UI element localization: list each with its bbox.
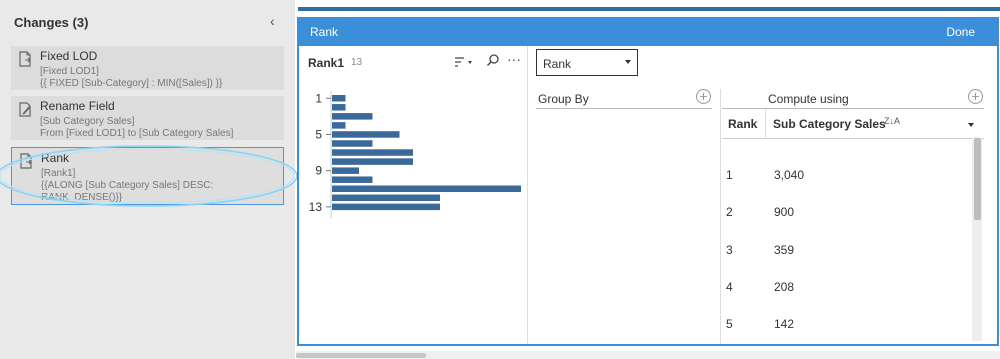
histogram-bar[interactable] [332, 167, 359, 174]
rank-cell: 1 [726, 168, 733, 182]
divider [720, 89, 721, 344]
search-icon[interactable] [486, 53, 500, 67]
changes-title: Changes (3) [14, 15, 89, 30]
histogram-bar[interactable] [332, 176, 373, 183]
table-header: Rank Sub Category Sales Z↓A [722, 109, 984, 139]
table-row: 4 208 [722, 280, 972, 300]
rank-panel-title: Rank [310, 25, 339, 39]
rename-pencil-icon [19, 102, 31, 117]
table-row: 3 359 [722, 243, 972, 263]
rank-histogram: 1 5 9 13 [309, 91, 521, 219]
change-detail: {{ALONG [Sub Category Sales] DESC: [41, 180, 214, 191]
histogram-bar[interactable] [332, 194, 440, 202]
done-button[interactable]: Done [946, 25, 975, 39]
calculation-type-select[interactable]: Rank [536, 49, 638, 76]
compute-using-label: Compute using [768, 92, 849, 106]
rank-cell: 3 [726, 243, 733, 257]
value-cell: 359 [774, 243, 795, 257]
histogram-bar[interactable] [332, 113, 373, 120]
sort-icon[interactable] [454, 55, 474, 69]
histogram-bar[interactable] [332, 122, 346, 129]
chevron-left-icon[interactable]: ‹ [270, 13, 275, 29]
change-title: Rank [41, 151, 70, 165]
histogram-tick-label: 13 [309, 200, 323, 214]
histogram-bar[interactable] [332, 185, 521, 193]
table-row: 2 900 [722, 205, 972, 225]
histogram-bar[interactable] [332, 140, 373, 147]
rank-panel: Rank Done Rank1 13 ··· 1 5 9 13 Rank Group … [297, 17, 999, 346]
field-count: 13 [351, 57, 363, 68]
histogram-bar[interactable] [332, 203, 440, 211]
add-compute-using-icon[interactable] [968, 89, 983, 104]
rank-panel-header: Rank Done [299, 19, 997, 46]
change-detail: {{ FIXED [Sub-Category] : MIN([Sales]) }… [40, 78, 223, 89]
change-item-rank[interactable]: Rank [Rank1] {{ALONG [Sub Category Sales… [11, 147, 284, 205]
change-title: Fixed LOD [40, 49, 98, 63]
calculation-doc-icon [20, 153, 32, 169]
value-cell: 208 [774, 280, 795, 294]
change-item-fixed-lod[interactable]: Fixed LOD [Fixed LOD1] {{ FIXED [Sub-Cat… [11, 46, 284, 90]
value-cell: 3,040 [774, 168, 805, 182]
column-header-field[interactable]: Sub Category Sales [773, 117, 886, 131]
histogram-bar[interactable] [332, 149, 413, 156]
calculation-doc-icon [19, 51, 31, 67]
vertical-scrollbar-thumb[interactable] [974, 138, 981, 220]
more-icon[interactable]: ··· [507, 51, 521, 67]
rank-cell: 2 [726, 205, 733, 219]
top-strip [298, 7, 1000, 11]
profile-card: Rank1 13 ··· 1 5 9 13 [299, 46, 528, 344]
histogram-bar[interactable] [332, 131, 400, 138]
histogram-bar[interactable] [332, 95, 346, 102]
changes-panel: Changes (3) ‹ Fixed LOD [Fixed LOD1] {{ … [0, 0, 298, 359]
chevron-down-icon[interactable] [968, 123, 974, 127]
group-by-label: Group By [538, 92, 589, 106]
change-detail: RANK_DENSE()}} [41, 192, 123, 203]
divider [536, 108, 712, 109]
config-area: Rank Group By Compute using Rank Sub Cat… [536, 46, 1000, 344]
change-detail: [Rank1] [41, 168, 76, 179]
change-detail: [Fixed LOD1] [40, 66, 99, 77]
column-header-rank: Rank [728, 117, 758, 131]
histogram-tick-label: 9 [315, 164, 322, 178]
histogram-tick-label: 1 [315, 91, 322, 105]
change-detail: [Sub Category Sales] [40, 116, 135, 127]
add-group-by-icon[interactable] [696, 89, 711, 104]
horizontal-scrollbar-thumb[interactable] [296, 353, 426, 358]
sort-descending-icon[interactable]: Z↓A [884, 116, 900, 126]
histogram-bar[interactable] [332, 158, 413, 165]
table-row: 5 142 [722, 317, 972, 337]
value-cell: 900 [774, 205, 795, 219]
histogram-bar[interactable] [332, 104, 346, 111]
change-title: Rename Field [40, 99, 115, 113]
rank-cell: 4 [726, 280, 733, 294]
change-item-rename-field[interactable]: Rename Field [Sub Category Sales] From [… [11, 96, 284, 140]
histogram-tick-label: 5 [315, 127, 322, 141]
table-row: 1 3,040 [722, 168, 972, 188]
change-detail: From [Fixed LOD1] to [Sub Category Sales… [40, 128, 234, 139]
field-name: Rank1 [308, 56, 345, 70]
value-cell: 142 [774, 317, 795, 331]
rank-cell: 5 [726, 317, 733, 331]
divider [765, 109, 766, 139]
calculation-type-value: Rank [543, 57, 572, 71]
chevron-down-icon [625, 60, 631, 64]
